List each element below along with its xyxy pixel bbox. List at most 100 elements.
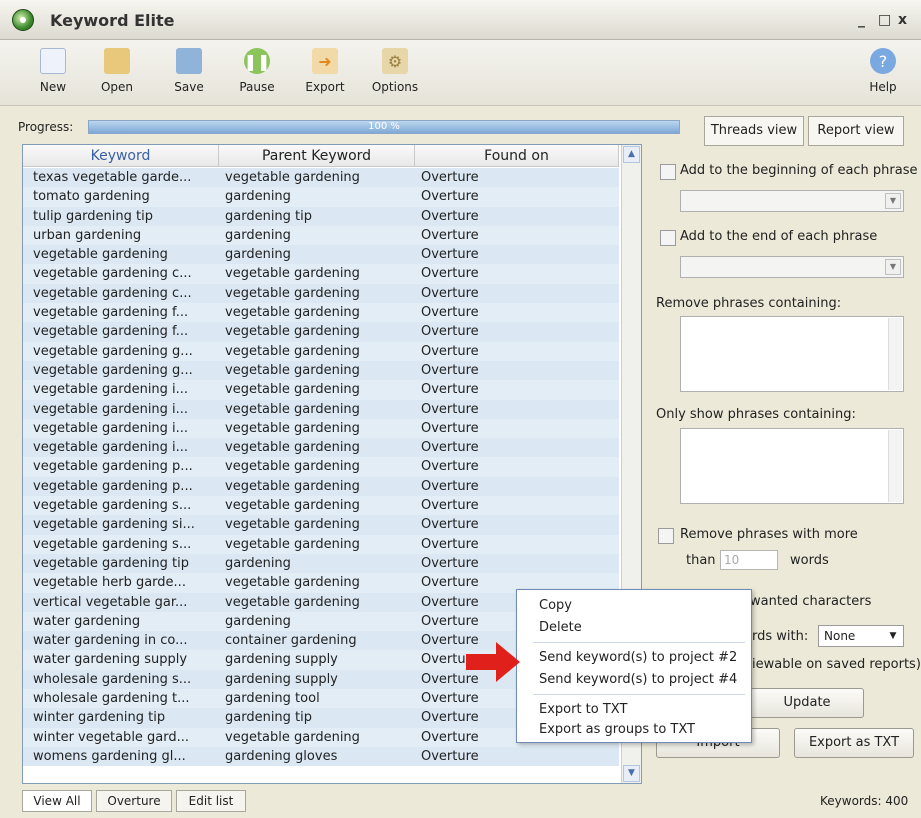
textarea-scrollbar[interactable] — [888, 318, 902, 390]
parent-keyword-cell: gardening — [225, 555, 291, 571]
add-end-label: Add to the end of each phrase — [680, 229, 878, 244]
table-row[interactable]: vegetable gardening c... vegetable garden… — [23, 283, 619, 304]
found-on-cell: Overture — [421, 247, 479, 263]
parent-keyword-cell: vegetable gardening — [225, 343, 360, 359]
table-row[interactable]: vegetable gardening f... vegetable garden… — [23, 303, 619, 323]
maximize-button[interactable]: □ — [878, 12, 891, 28]
menu-item-export-txt[interactable]: Export to TXT — [539, 702, 627, 717]
table-row[interactable]: vegetable gardening c... vegetable garden… — [23, 264, 619, 284]
keyword-cell: vegetable gardening i... — [33, 420, 189, 436]
add-beginning-checkbox[interactable] — [660, 164, 676, 180]
found-on-cell: Overture — [421, 227, 479, 243]
column-header-found-on[interactable]: Found on — [415, 145, 619, 167]
table-row[interactable]: urban gardening gardening Overture — [23, 225, 619, 246]
export-button[interactable]: ➜ Export — [294, 46, 356, 102]
found-on-cell: Overture — [421, 459, 479, 475]
save-button[interactable]: Save — [158, 46, 220, 102]
table-row[interactable]: vegetable gardening s... vegetable garden… — [23, 534, 619, 554]
export-label: Export — [305, 80, 345, 94]
parent-keyword-cell: gardening — [225, 613, 291, 629]
textarea-scrollbar[interactable] — [888, 430, 902, 502]
parent-keyword-cell: vegetable gardening — [225, 517, 360, 533]
remove-more-than-checkbox[interactable] — [658, 528, 674, 544]
words-label: words — [790, 553, 829, 568]
parent-keyword-cell: vegetable gardening — [225, 305, 360, 321]
scroll-down-icon[interactable]: ▼ — [623, 765, 640, 782]
keyword-cell: tomato gardening — [33, 189, 150, 205]
parent-keyword-cell: gardening — [225, 227, 291, 243]
table-row[interactable]: vegetable gardening tip gardening Overture — [23, 553, 619, 574]
keyword-cell: water gardening — [33, 613, 141, 629]
table-row[interactable]: vegetable gardening f... vegetable garden… — [23, 322, 619, 342]
table-row[interactable]: vegetable gardening g... vegetable garden… — [23, 341, 619, 361]
new-button[interactable]: New — [22, 46, 84, 102]
add-beginning-combo[interactable]: ▼ — [680, 190, 904, 212]
export-as-txt-button[interactable]: Export as TXT — [794, 728, 914, 758]
table-row[interactable]: tomato gardening gardening Overture — [23, 187, 619, 207]
keyword-cell: water gardening supply — [33, 652, 188, 668]
open-button[interactable]: Open — [86, 46, 148, 102]
remove-containing-textarea[interactable] — [680, 316, 904, 392]
keyword-cell: vegetable gardening si... — [33, 517, 195, 533]
minimize-button[interactable]: _ — [858, 12, 865, 28]
table-row[interactable]: vegetable gardening p... vegetable garden… — [23, 457, 619, 477]
menu-item-export-groups-txt[interactable]: Export as groups to TXT — [539, 722, 695, 737]
table-row[interactable]: vegetable gardening gardening Overture — [23, 245, 619, 265]
table-row[interactable]: womens gardening gl... gardening gloves Ov… — [23, 746, 619, 767]
found-on-cell: Overture — [421, 208, 479, 224]
table-row[interactable]: vegetable gardening s... vegetable garden… — [23, 496, 619, 516]
parent-keyword-cell: vegetable gardening — [225, 170, 360, 185]
parent-keyword-cell: vegetable gardening — [225, 498, 360, 514]
only-show-textarea[interactable] — [680, 428, 904, 504]
help-button[interactable]: ? Help — [852, 46, 914, 102]
parent-keyword-cell: vegetable gardening — [225, 285, 360, 301]
max-words-input[interactable]: 10 — [720, 550, 778, 570]
column-header-parent-keyword[interactable]: Parent Keyword — [219, 145, 415, 167]
found-on-cell: Overture — [421, 420, 479, 436]
menu-item-send-project-4[interactable]: Send keyword(s) to project #4 — [539, 672, 737, 687]
close-button[interactable]: x — [898, 12, 907, 28]
ends-with-label: rds with: — [752, 629, 809, 644]
tab-overture[interactable]: Overture — [96, 790, 172, 812]
found-on-cell: Overture — [421, 478, 479, 494]
table-row[interactable]: vegetable gardening i... vegetable garden… — [23, 380, 619, 400]
table-row[interactable]: vegetable gardening i... vegetable garden… — [23, 399, 619, 419]
parent-keyword-cell: vegetable gardening — [225, 420, 360, 436]
tab-threads-view[interactable]: Threads view — [704, 116, 804, 146]
pause-button[interactable]: ❚❚ Pause — [226, 46, 288, 102]
add-end-checkbox[interactable] — [660, 230, 676, 246]
table-row[interactable]: tulip gardening tip gardening tip Overture — [23, 206, 619, 226]
menu-item-delete[interactable]: Delete — [539, 620, 582, 635]
options-button[interactable]: ⚙ Options — [364, 46, 426, 102]
menu-item-send-project-2[interactable]: Send keyword(s) to project #2 — [539, 650, 737, 665]
keyword-cell: vegetable gardening g... — [33, 362, 193, 378]
parent-keyword-cell: vegetable gardening — [225, 324, 360, 340]
menu-divider — [533, 642, 745, 643]
scroll-up-icon[interactable]: ▲ — [623, 146, 640, 163]
parent-keyword-cell: vegetable gardening — [225, 536, 360, 552]
open-label: Open — [100, 80, 134, 94]
update-button[interactable]: Update — [750, 688, 864, 718]
column-header-keyword[interactable]: Keyword — [23, 145, 219, 167]
table-row[interactable]: vegetable gardening i... vegetable garden… — [23, 438, 619, 458]
table-row[interactable]: vegetable gardening i... vegetable garden… — [23, 418, 619, 439]
found-on-cell: Overture — [421, 555, 479, 571]
progress-label: Progress: — [18, 120, 74, 134]
ends-with-select[interactable]: None ▼ — [818, 625, 904, 647]
table-row[interactable]: texas vegetable garde... vegetable garden… — [23, 168, 619, 188]
add-beginning-label: Add to the beginning of each phrase — [680, 163, 918, 178]
table-row[interactable]: vegetable gardening p... vegetable garden… — [23, 476, 619, 497]
parent-keyword-cell: gardening supply — [225, 652, 338, 668]
parent-keyword-cell: vegetable gardening — [225, 594, 360, 610]
only-show-label: Only show phrases containing: — [656, 407, 856, 422]
parent-keyword-cell: vegetable gardening — [225, 575, 360, 591]
found-on-cell: Overture — [421, 324, 479, 340]
tab-view-all[interactable]: View All — [22, 790, 92, 812]
tab-edit-list[interactable]: Edit list — [176, 790, 246, 812]
table-row[interactable]: vegetable gardening g... vegetable garden… — [23, 360, 619, 381]
table-row[interactable]: vegetable gardening si... vegetable garde… — [23, 515, 619, 535]
options-label: Options — [371, 80, 419, 94]
tab-report-view[interactable]: Report view — [808, 116, 904, 146]
menu-item-copy[interactable]: Copy — [539, 598, 572, 613]
add-end-combo[interactable]: ▼ — [680, 256, 904, 278]
